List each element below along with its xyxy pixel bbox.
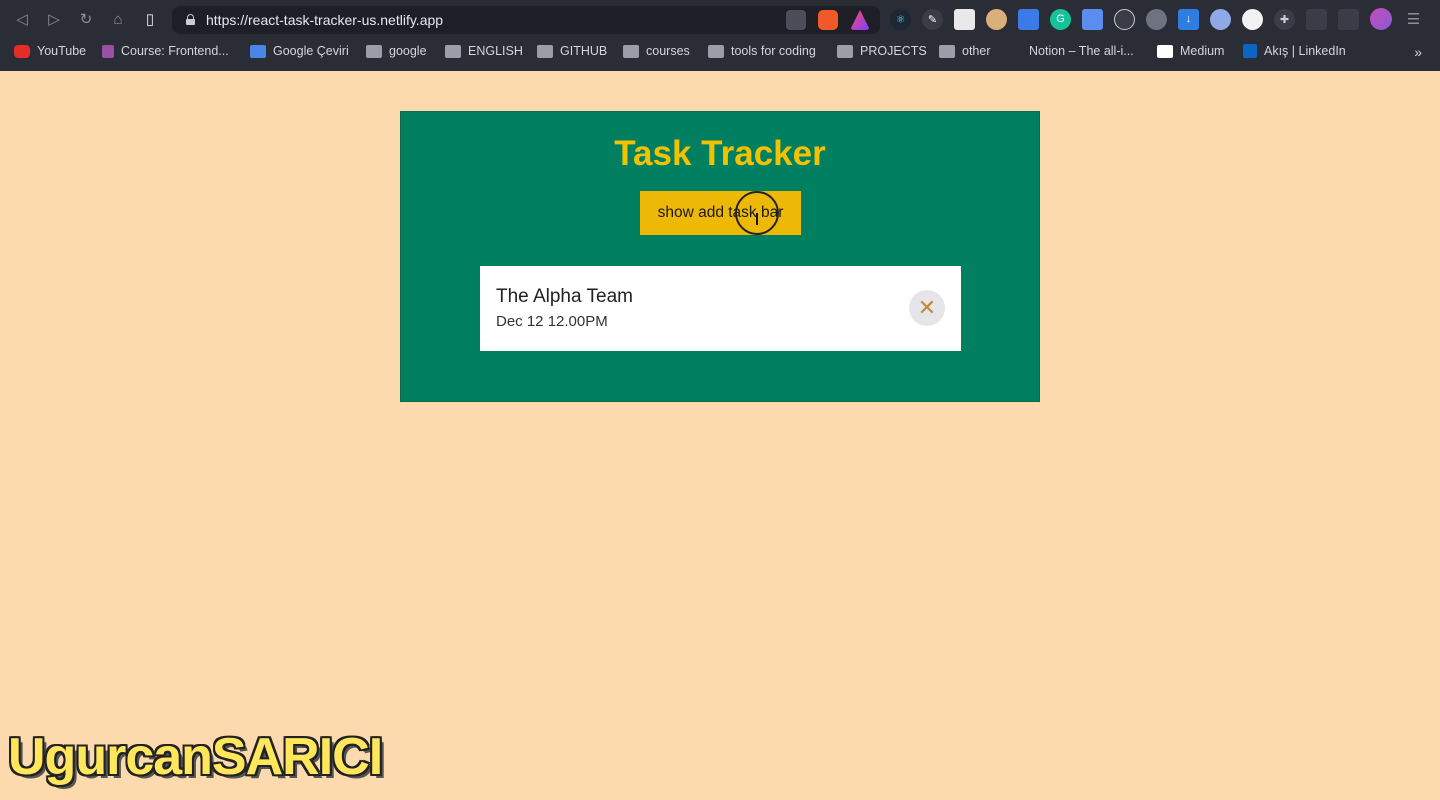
browser-chrome: ◁ ▷ ↻ ⌂ ▯ https://react-task-tracker-us.…	[0, 0, 1440, 71]
bookmark-english[interactable]: ENGLISH	[445, 44, 523, 58]
delete-task-button[interactable]: ✕	[909, 290, 945, 326]
extension-icon[interactable]	[1082, 8, 1103, 30]
linkedin-icon	[1243, 44, 1257, 58]
home-icon[interactable]: ⌂	[108, 10, 128, 30]
task-tracker-container: Task Tracker show add task bar The Alpha…	[400, 111, 1040, 402]
bookmark-projects[interactable]: PROJECTS	[837, 44, 927, 58]
bookmark-github[interactable]: GITHUB	[537, 44, 607, 58]
bookmark-translate[interactable]: Google Çeviri	[250, 44, 349, 58]
task-title: The Alpha Team	[496, 286, 633, 307]
task-item[interactable]: The Alpha Team Dec 12 12.00PM ✕	[480, 266, 961, 351]
reload-icon[interactable]: ↻	[76, 10, 96, 30]
react-devtools-icon[interactable]: ⚛	[890, 8, 911, 30]
folder-icon	[537, 44, 553, 58]
bookmark-youtube[interactable]: YouTube	[14, 44, 86, 58]
bookmarks-bar: YouTube Course: Frontend... Google Çevir…	[0, 40, 1440, 71]
brave-rewards-icon[interactable]	[850, 10, 870, 30]
extension-icon[interactable]	[1210, 8, 1231, 30]
back-icon[interactable]: ◁	[12, 10, 32, 30]
bookmark-icon[interactable]: ▯	[140, 10, 160, 30]
download-extension-icon[interactable]: ↓	[1178, 8, 1199, 30]
address-bar[interactable]: https://react-task-tracker-us.netlify.ap…	[172, 6, 880, 34]
bookmark-tools[interactable]: tools for coding	[708, 44, 816, 58]
app-title: Task Tracker	[614, 134, 826, 173]
more-bookmarks-icon[interactable]: »	[1414, 44, 1422, 60]
folder-icon	[623, 44, 639, 58]
translate-icon	[250, 44, 266, 58]
profile-avatar[interactable]	[1370, 8, 1392, 30]
bookmark-notion[interactable]: Notion – The all-i...	[1010, 44, 1134, 58]
forward-icon[interactable]: ▷	[44, 10, 64, 30]
extension-icon[interactable]	[1242, 8, 1263, 30]
extension-face-icon[interactable]	[986, 8, 1007, 30]
task-date: Dec 12 12.00PM	[496, 313, 608, 330]
puzzle-icon[interactable]: ✚	[1274, 8, 1295, 30]
notion-icon	[1010, 45, 1022, 58]
folder-icon	[939, 44, 955, 58]
youtube-icon	[14, 44, 30, 58]
pen-extension-icon[interactable]: ✎	[922, 8, 943, 30]
browser-toolbar: ◁ ▷ ↻ ⌂ ▯ https://react-task-tracker-us.…	[0, 0, 1440, 40]
medium-icon	[1157, 44, 1173, 58]
lock-icon	[186, 14, 195, 25]
bookmark-google[interactable]: google	[366, 44, 427, 58]
folder-icon	[445, 44, 461, 58]
bookmark-courses[interactable]: courses	[623, 44, 690, 58]
watermark: UgurcanSARICI	[8, 728, 383, 786]
compass-icon[interactable]	[1114, 8, 1135, 30]
url-text: https://react-task-tracker-us.netlify.ap…	[206, 12, 444, 28]
extension-icon[interactable]	[1146, 8, 1167, 30]
sidebar-icon[interactable]	[1306, 8, 1327, 30]
extension-icon[interactable]	[954, 8, 975, 30]
brave-shield-icon[interactable]	[818, 10, 838, 30]
close-icon: ✕	[917, 295, 937, 320]
bookmark-course[interactable]: Course: Frontend...	[102, 44, 229, 58]
extensions-row: ⚛ ✎ G ↓ ✚ ☰	[890, 8, 1424, 30]
folder-icon	[837, 44, 853, 58]
grammarly-icon[interactable]: G	[1050, 8, 1071, 30]
menu-icon[interactable]: ☰	[1403, 9, 1424, 30]
folder-icon	[366, 44, 382, 58]
bookmark-other[interactable]: other	[939, 44, 991, 58]
folder-icon	[708, 44, 724, 58]
show-add-task-button[interactable]: show add task bar	[640, 191, 801, 235]
qr-code-icon[interactable]	[786, 10, 806, 30]
course-icon	[102, 44, 114, 58]
translate-extension-icon[interactable]	[1018, 8, 1039, 30]
bookmark-medium[interactable]: Medium	[1157, 44, 1224, 58]
bookmark-linkedin[interactable]: Akış | LinkedIn	[1243, 44, 1346, 58]
wallet-icon[interactable]	[1338, 8, 1359, 30]
